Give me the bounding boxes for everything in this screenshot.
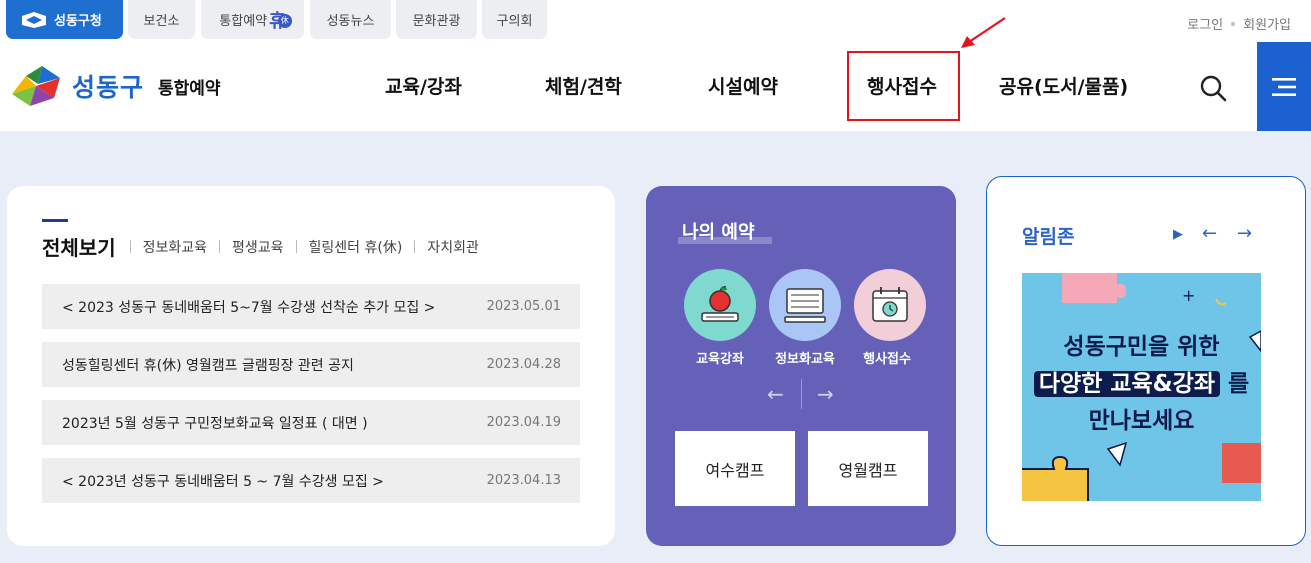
hamburger-menu-icon xyxy=(1272,77,1296,96)
tab-healing-center[interactable]: 힐링센터 휴(休) xyxy=(309,237,403,257)
reservation-it-education-button[interactable] xyxy=(769,269,841,341)
nav-experience[interactable]: 체험/견학 xyxy=(545,72,622,99)
auth-links: 로그인 회원가입 xyxy=(1187,14,1291,33)
tab-lifelong-education[interactable]: 평생교육 xyxy=(232,237,284,257)
alarm-zone-card: 알림존 ▶ ← → + 성동구민을 위한 다양한 교육&강좌 를 만나보세요 xyxy=(986,176,1306,546)
arrow-divider xyxy=(801,379,802,409)
play-icon[interactable]: ▶ xyxy=(1173,227,1183,242)
reservation-prev-arrow[interactable]: ← xyxy=(767,382,784,406)
reservation-next-arrow[interactable]: → xyxy=(817,382,834,406)
reservation-it-education-label: 정보화교육 xyxy=(775,352,835,367)
notice-title: < 2023년 성동구 동네배움터 5 ~ 7월 수강생 모집 > xyxy=(62,473,384,490)
notice-card: 전체보기 정보화교육 평생교육 힐링센터 휴(休) 자치회관 < 2023 성동… xyxy=(7,186,615,546)
util-tab-news[interactable]: 성동뉴스 xyxy=(310,0,391,39)
banner-line-1: 성동구민을 위한 xyxy=(1063,334,1220,360)
reservation-event-label: 행사접수 xyxy=(863,352,911,367)
util-tab-health-center[interactable]: 보건소 xyxy=(128,0,195,39)
alarm-zone-title: 알림존 xyxy=(1022,226,1075,248)
notice-row[interactable]: 2023년 5월 성동구 구민정보화교육 일정표 ( 대면 ) 2023.04.… xyxy=(42,400,580,445)
hyu-badge: 休 xyxy=(277,13,292,28)
notice-row[interactable]: 성동힐링센터 휴(休) 영월캠프 글램핑장 관련 공지 2023.04.28 xyxy=(42,342,580,387)
util-tab-label: 문화관광 xyxy=(412,14,461,29)
title-accent-bar xyxy=(42,219,68,222)
notice-date: 2023.04.13 xyxy=(486,473,561,488)
computer-icon xyxy=(784,288,826,323)
login-link[interactable]: 로그인 xyxy=(1187,14,1223,33)
banner-next-arrow[interactable]: → xyxy=(1237,223,1252,244)
seongdong-flag-icon xyxy=(22,11,46,28)
reservation-education-label: 교육강좌 xyxy=(696,352,744,367)
util-tab-label: 통합예약 xyxy=(219,14,268,29)
reservation-event-button[interactable] xyxy=(854,269,926,341)
nav-sharing[interactable]: 공유(도서/물품) xyxy=(999,72,1128,99)
promo-banner[interactable]: + 성동구민을 위한 다양한 교육&강좌 를 만나보세요 xyxy=(1022,273,1261,501)
util-tab-integrated-reservation[interactable]: 통합예약 휴 休 xyxy=(201,0,304,39)
notice-title: 2023년 5월 성동구 구민정보화교육 일정표 ( 대면 ) xyxy=(62,415,368,432)
tab-separator xyxy=(414,240,416,253)
util-tab-council[interactable]: 구의회 xyxy=(482,0,547,39)
seongdong-logo-icon xyxy=(12,66,60,106)
search-icon[interactable] xyxy=(1198,73,1228,103)
util-tab-label: 성동구청 xyxy=(54,14,102,29)
tab-separator xyxy=(295,240,297,253)
notice-title: < 2023 성동구 동네배움터 5~7월 수강생 선착순 추가 모집 > xyxy=(62,299,436,316)
notice-date: 2023.05.01 xyxy=(486,299,561,314)
tab-community-center[interactable]: 자치회관 xyxy=(427,237,479,257)
tab-separator xyxy=(219,240,221,253)
util-tab-seongdong-office[interactable]: 성동구청 xyxy=(6,0,123,39)
tab-view-all[interactable]: 전체보기 xyxy=(42,232,116,261)
my-reservation-card: 나의 예약 교육강좌 정보화교육 행사접수 ← → 여수캠프 영월캠프 xyxy=(646,186,956,546)
signup-link[interactable]: 회원가입 xyxy=(1243,14,1291,33)
logo-subtitle: 통합예약 xyxy=(158,78,221,99)
util-tab-label: 구의회 xyxy=(496,14,533,29)
reservation-title: 나의 예약 xyxy=(682,222,755,243)
util-tab-culture-tourism[interactable]: 문화관광 xyxy=(396,0,477,39)
apple-book-icon xyxy=(701,286,739,322)
separator-dot xyxy=(1231,21,1236,26)
notice-date: 2023.04.28 xyxy=(486,357,561,372)
banner-highlight: 다양한 교육&강좌 xyxy=(1033,371,1220,397)
notice-tabs: 전체보기 정보화교육 평생교육 힐링센터 휴(休) 자치회관 xyxy=(42,232,479,261)
banner-prev-arrow[interactable]: ← xyxy=(1202,223,1217,244)
banner-line-2: 다양한 교육&강좌 를 xyxy=(1022,364,1261,398)
notice-title: 성동힐링센터 휴(休) 영월캠프 글램핑장 관련 공지 xyxy=(62,357,354,374)
notice-row[interactable]: < 2023 성동구 동네배움터 5~7월 수강생 선착순 추가 모집 > 20… xyxy=(42,284,580,329)
nav-education[interactable]: 교육/강좌 xyxy=(385,72,462,99)
reservation-education-button[interactable] xyxy=(684,269,756,341)
main-header: 성동구 통합예약 교육/강좌 체험/견학 시설예약 행사접수 공유(도서/물품) xyxy=(0,42,1311,131)
notice-row[interactable]: < 2023년 성동구 동네배움터 5 ~ 7월 수강생 모집 > 2023.0… xyxy=(42,458,580,503)
banner-line-3: 만나보세요 xyxy=(1088,408,1195,434)
annotation-highlight-box xyxy=(847,51,960,121)
logo-name: 성동구 xyxy=(72,73,145,102)
site-logo[interactable]: 성동구 통합예약 xyxy=(8,64,221,108)
nav-facility[interactable]: 시설예약 xyxy=(708,72,778,99)
svg-text:+: + xyxy=(1182,286,1195,305)
yeongwol-camp-button[interactable]: 영월캠프 xyxy=(808,431,928,506)
yeosu-camp-button[interactable]: 여수캠프 xyxy=(675,431,795,506)
tab-it-education[interactable]: 정보화교육 xyxy=(143,237,207,257)
tab-separator xyxy=(129,240,131,253)
calendar-icon xyxy=(872,287,908,322)
utility-bar: 성동구청 보건소 통합예약 휴 休 성동뉴스 문화관광 구의회 로그인 회원가입 xyxy=(0,0,1311,42)
menu-button[interactable] xyxy=(1257,42,1311,131)
util-tab-label: 성동뉴스 xyxy=(326,14,375,29)
util-tab-label: 보건소 xyxy=(143,14,180,29)
annotation-arrow-icon xyxy=(961,17,1006,48)
notice-date: 2023.04.19 xyxy=(486,415,561,430)
banner-line-2-rest: 를 xyxy=(1228,371,1250,397)
